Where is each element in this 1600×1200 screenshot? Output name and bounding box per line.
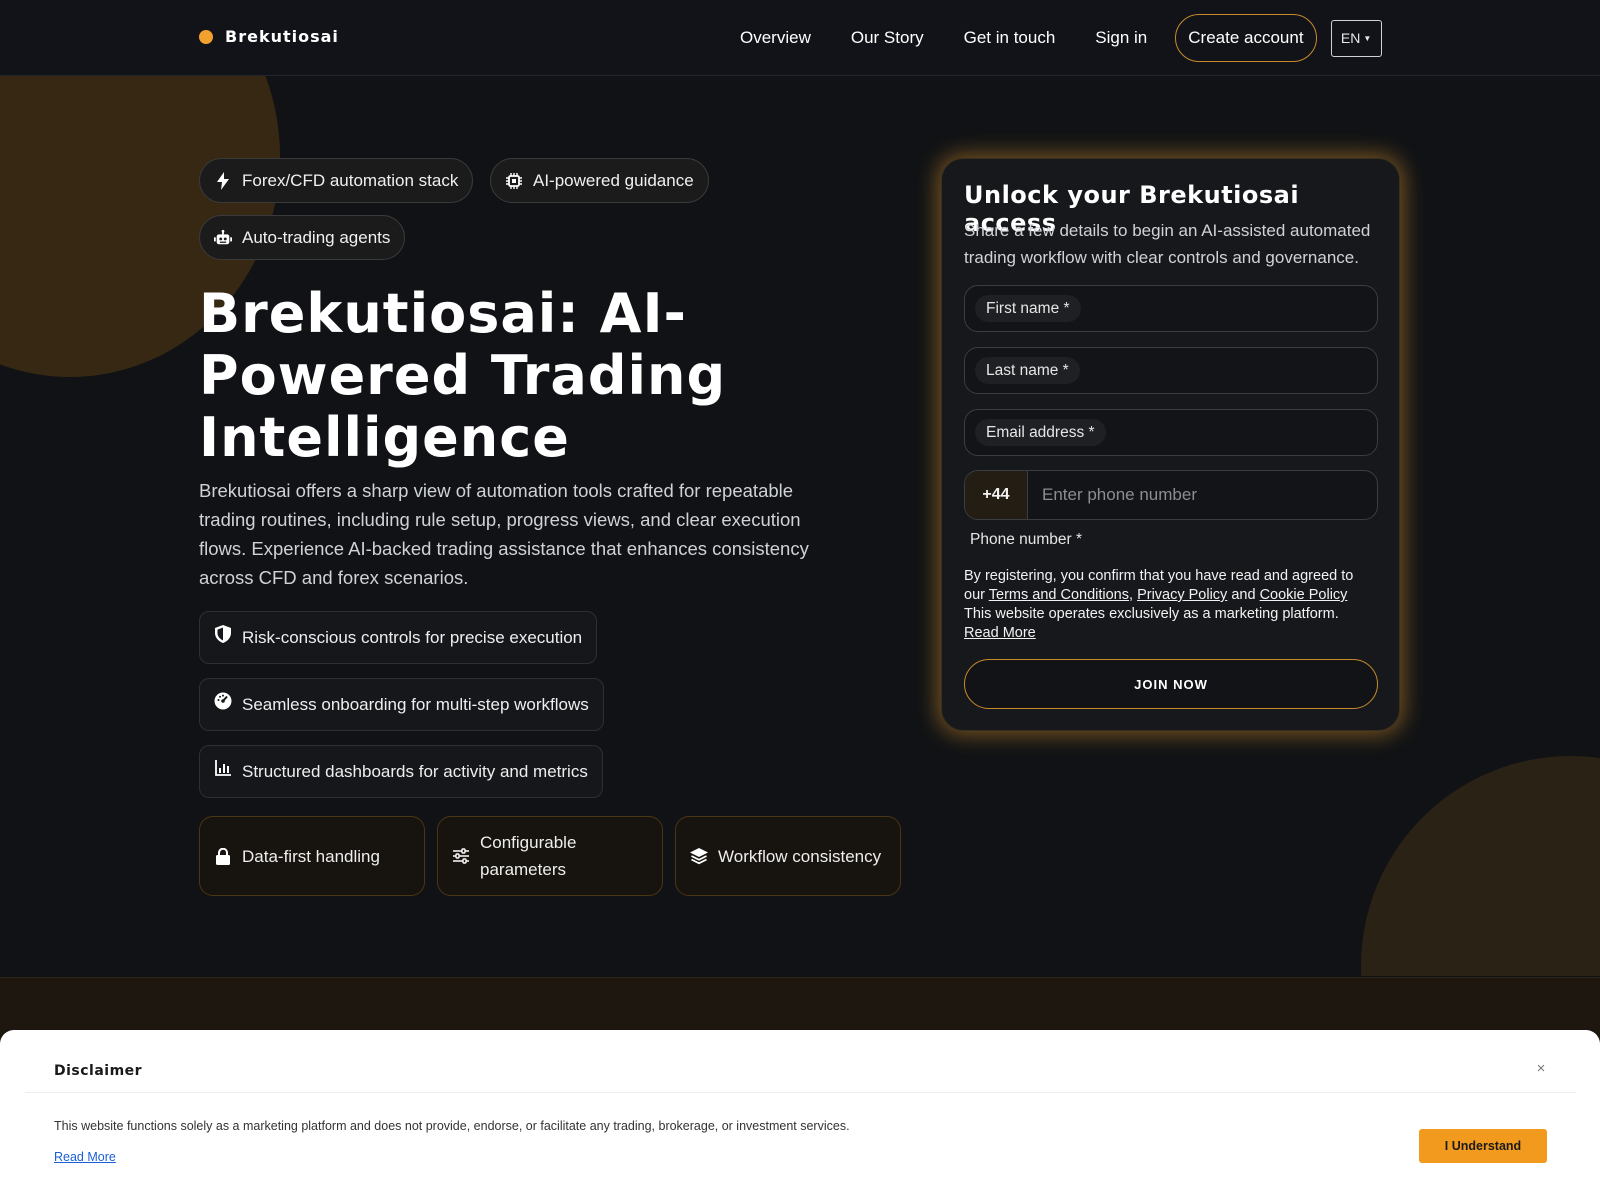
email-field[interactable]: Email address *	[964, 409, 1378, 456]
form-read-more-link[interactable]: Read More	[964, 625, 1036, 641]
email-label: Email address *	[975, 419, 1106, 446]
card-label: Data-first handling	[242, 846, 380, 866]
tag-label: AI-powered guidance	[533, 170, 694, 190]
tag-auto-trading: Auto-trading agents	[199, 215, 406, 260]
lock-icon	[214, 847, 232, 865]
cookie-link[interactable]: Cookie Policy	[1260, 587, 1348, 603]
feature-label: Seamless onboarding for multi-step workf…	[242, 694, 589, 714]
brand-logo[interactable]: Brekutiosai	[199, 27, 339, 46]
phone-input[interactable]	[1028, 471, 1377, 519]
nav-our-story[interactable]: Our Story	[831, 28, 944, 48]
nav-overview[interactable]: Overview	[720, 28, 831, 48]
first-name-field[interactable]: First name *	[964, 285, 1378, 332]
legal-text: By registering, you confirm that you hav…	[964, 568, 1354, 641]
disclaimer-banner: Disclaimer × This website functions sole…	[0, 1030, 1600, 1200]
hero-headline: Brekutiosai: AI-Powered Trading Intellig…	[199, 282, 727, 469]
lightning-icon	[214, 171, 232, 190]
main-nav: Overview Our Story Get in touch Sign in …	[720, 14, 1382, 62]
caret-down-icon: ▼	[1363, 33, 1372, 43]
feature-label: Structured dashboards for activity and m…	[242, 761, 588, 781]
phone-country-code[interactable]: +44	[965, 471, 1028, 519]
join-now-button[interactable]: JOIN NOW	[964, 659, 1378, 709]
card-label: Workflow consistency	[718, 846, 882, 866]
phone-label: Phone number *	[970, 531, 1083, 548]
layers-icon	[690, 847, 708, 865]
card-label: Configurable parameters	[480, 833, 577, 879]
disclaimer-divider	[25, 1092, 1576, 1093]
nav-sign-in[interactable]: Sign in	[1075, 28, 1167, 48]
create-account-button[interactable]: Create account	[1175, 14, 1317, 62]
landing-page: Brekutiosai Overview Our Story Get in to…	[0, 0, 1600, 1200]
close-icon[interactable]: ×	[1532, 1060, 1550, 1078]
disclaimer-text: This website functions solely as a marke…	[54, 1119, 850, 1133]
gauge-icon	[214, 692, 232, 710]
hero-lead: Brekutiosai offers a sharp view of autom…	[199, 480, 809, 588]
marketing-note: This website operates exclusively as a m…	[964, 606, 1339, 622]
nav-get-in-touch[interactable]: Get in touch	[944, 28, 1076, 48]
last-name-field[interactable]: Last name *	[964, 347, 1378, 394]
tag-forex-cfd: Forex/CFD automation stack	[199, 158, 474, 203]
card-data-first: Data-first handling	[199, 816, 425, 896]
first-name-label: First name *	[975, 295, 1081, 322]
tag-label: Forex/CFD automation stack	[242, 170, 459, 190]
disclaimer-read-more-link[interactable]: Read More	[54, 1150, 116, 1164]
feature-dashboards: Structured dashboards for activity and m…	[199, 745, 603, 798]
feature-label: Risk-conscious controls for precise exec…	[242, 627, 583, 647]
top-navigation-bar: Brekutiosai Overview Our Story Get in to…	[0, 0, 1600, 76]
bar-chart-icon	[214, 759, 232, 777]
shield-icon	[214, 624, 232, 643]
language-selector[interactable]: EN ▼	[1330, 19, 1382, 57]
card-configurable: Configurable parameters	[437, 816, 663, 896]
registration-form: Unlock your Brekutiosai access Share a f…	[941, 158, 1400, 731]
robot-icon	[214, 229, 232, 247]
terms-link[interactable]: Terms and Conditions	[989, 587, 1129, 603]
decorative-circle-right	[1361, 756, 1600, 976]
brand-name: Brekutiosai	[225, 27, 339, 46]
phone-field: +44	[964, 470, 1378, 520]
chip-icon	[505, 172, 523, 190]
feature-onboarding: Seamless onboarding for multi-step workf…	[199, 678, 604, 731]
language-code: EN	[1340, 30, 1361, 46]
i-understand-button[interactable]: I Understand	[1419, 1129, 1547, 1163]
tag-ai-guidance: AI-powered guidance	[490, 158, 709, 203]
privacy-link[interactable]: Privacy Policy	[1137, 587, 1227, 603]
legal-and: and	[1231, 587, 1256, 603]
feature-risk-controls: Risk-conscious controls for precise exec…	[199, 611, 598, 664]
card-workflow: Workflow consistency	[675, 816, 901, 896]
sliders-icon	[452, 847, 470, 865]
tag-label: Auto-trading agents	[242, 227, 391, 247]
last-name-label: Last name *	[975, 357, 1080, 384]
form-subtitle: Share a few details to begin an AI-assis…	[964, 221, 1371, 267]
brand-dot-icon	[199, 29, 213, 44]
disclaimer-title: Disclaimer	[54, 1063, 143, 1079]
